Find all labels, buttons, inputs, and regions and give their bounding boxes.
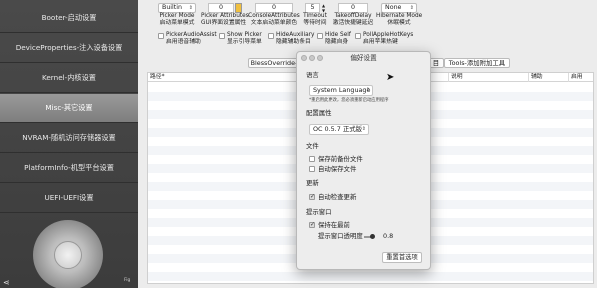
sidebar-item-label: NVRAM-随机访问存储器设置 (22, 133, 116, 142)
autosave-label: 自动保存文件 (318, 165, 357, 173)
sidebar-item-nvram[interactable]: NVRAM-随机访问存储器设置 (0, 124, 138, 153)
corner-label: Fig (124, 278, 131, 283)
hide-self-checkbox[interactable] (317, 33, 323, 39)
backup-before-save-label: 保存前备份文件 (318, 155, 363, 163)
takeoff-delay-label: TakeoffDelay 激活快捷键延迟 (332, 13, 374, 26)
sidebar: Booter-启动设置 DeviceProperties-注入设备设置 Kern… (0, 0, 138, 288)
table-row (148, 272, 593, 281)
sidebar-item-label: UEFI-UEFI设置 (44, 193, 94, 202)
language-note: *重启用此更改，您必须重新启动应用程序 (309, 98, 389, 103)
picker-mode-value: Builtin (162, 4, 183, 11)
opacity-slider-knob[interactable] (370, 234, 375, 239)
sidebar-item-misc[interactable]: Misc-其它设置 (0, 94, 138, 123)
keep-on-top-checkbox[interactable] (309, 221, 315, 228)
config-version-value: OC 0.5.7 正式版 (313, 125, 362, 133)
tooltip-window-section-title: 提示窗口 (306, 208, 332, 216)
column-description[interactable]: 说明 (448, 73, 528, 82)
hibernate-mode-label: Hibernate Mode 休眠模式 (376, 13, 423, 26)
takeoff-delay-field[interactable]: 0 (338, 3, 368, 13)
picker-audio-assist-checkbox[interactable] (158, 33, 164, 39)
chevron-updown-icon: ⇕ (409, 5, 414, 11)
timeout-label: Timeout 等待时间 (303, 13, 327, 26)
picker-mode-select[interactable]: Builtin ⇕ (158, 3, 196, 13)
picker-attributes-label: Picker Attributes GUI界面设置属性 (201, 13, 249, 26)
keep-on-top-label: 保持在最前 (318, 221, 350, 229)
share-icon[interactable]: ⋖ (3, 279, 11, 287)
sidebar-item-label: DeviceProperties-注入设备设置 (15, 43, 123, 52)
timeout-stepper[interactable]: ▲ ▼ (321, 3, 326, 13)
picker-attributes-field[interactable]: 0 (208, 3, 234, 13)
scroll-wheel-control[interactable] (33, 220, 103, 288)
config-version-select[interactable]: OC 0.5.7 正式版 ⇕ (309, 124, 369, 135)
show-picker-checkbox[interactable] (219, 33, 225, 39)
hide-auxiliary-label: HideAuxiliary 隐藏辅助条目 (276, 32, 315, 45)
update-section-title: 更新 (306, 179, 319, 187)
hide-auxiliary-checkbox[interactable] (268, 33, 274, 39)
autosave-checkbox[interactable] (309, 166, 315, 172)
sidebar-item-label: PlatformInfo-机型平台设置 (24, 163, 114, 172)
console-attributes-field[interactable]: 0 (255, 3, 293, 13)
backup-before-save-checkbox[interactable] (309, 156, 315, 162)
opacity-value: 0.8 (383, 232, 394, 240)
tab-blessoverride[interactable]: BlessOverride- (248, 58, 300, 68)
auto-check-update-label: 自动检查更新 (318, 193, 357, 201)
sidebar-item-kernel[interactable]: Kernel-内核设置 (0, 64, 138, 93)
timeout-field[interactable]: 5 (305, 3, 320, 13)
opacity-label: 提示窗口透明度 (318, 232, 363, 240)
show-picker-label: Show Picker 显示引导菜单 (227, 32, 262, 45)
sidebar-item-deviceproperties[interactable]: DeviceProperties-注入设备设置 (0, 34, 138, 63)
chevron-updown-icon: ⇕ (365, 87, 370, 93)
wheel-center-button[interactable] (54, 241, 82, 269)
file-section-title: 文件 (306, 142, 319, 150)
language-select[interactable]: System Language ⇕ (309, 85, 373, 96)
tab-tools[interactable]: Tools-添加附加工具 (444, 58, 510, 68)
preferences-window: 偏好设置 语言 System Language ⇕ *重启用此更改，您必须重新启… (296, 51, 431, 270)
chevron-updown-icon: ⇕ (188, 5, 193, 11)
config-section-title: 配置属性 (306, 109, 332, 117)
language-value: System Language (313, 86, 371, 94)
poll-apple-hotkeys-label: PollAppleHotKeys 启用苹果热键 (363, 32, 414, 45)
sidebar-item-label: Booter-启动设置 (41, 13, 97, 22)
column-enabled[interactable]: 启用 (568, 73, 595, 82)
sidebar-item-label: Misc-其它设置 (45, 103, 93, 112)
sidebar-item-booter[interactable]: Booter-启动设置 (0, 4, 138, 33)
sidebar-item-platforminfo[interactable]: PlatformInfo-机型平台设置 (0, 154, 138, 183)
console-attributes-label: ConsoleAttributes 文本启动菜单颜色 (248, 13, 300, 26)
picker-mode-label: Picker Mode 启动菜单模式 (159, 13, 195, 26)
reset-preferences-button[interactable]: 重置首选项 (382, 252, 422, 263)
auto-check-update-checkbox[interactable] (309, 193, 315, 200)
hibernate-mode-select[interactable]: None ⇕ (381, 3, 417, 13)
color-picker-icon[interactable] (235, 3, 242, 13)
column-auxiliary[interactable]: 辅助 (528, 73, 568, 82)
chevron-updown-icon: ⇕ (361, 126, 366, 132)
language-section-title: 语言 (306, 71, 319, 79)
hide-self-label: Hide Self 隐藏自身 (325, 32, 351, 45)
hibernate-mode-value: None (385, 4, 402, 11)
sidebar-item-uefi[interactable]: UEFI-UEFI设置 (0, 184, 138, 213)
picker-audio-assist-label: PickerAudioAssist 启用语音辅助 (166, 32, 217, 45)
mouse-cursor-icon: ➤ (386, 72, 395, 83)
sidebar-item-label: Kernel-内核设置 (42, 73, 96, 82)
poll-apple-hotkeys-checkbox[interactable] (355, 33, 361, 39)
window-title: 偏好设置 (350, 54, 377, 62)
